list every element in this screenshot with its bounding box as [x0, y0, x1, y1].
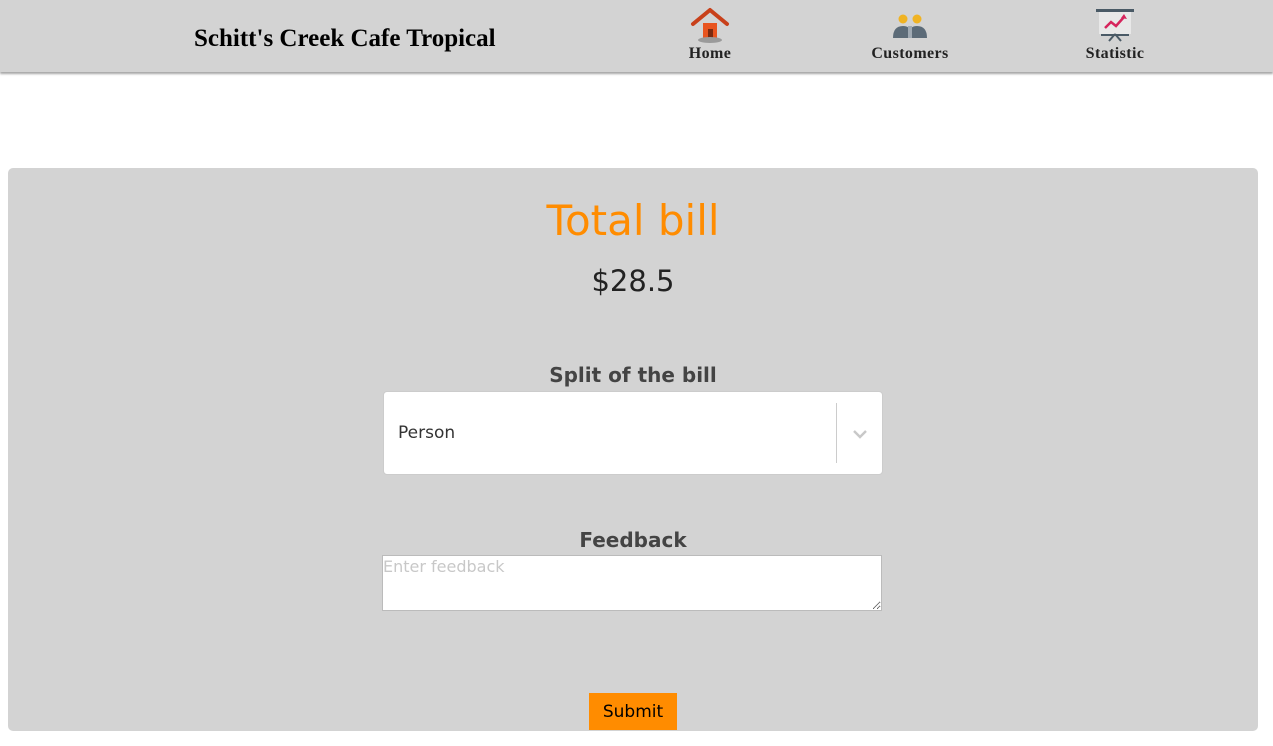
- split-select-value: Person: [398, 423, 456, 443]
- statistic-icon: [1096, 9, 1134, 42]
- split-label: Split of the bill: [549, 363, 717, 387]
- home-icon: [691, 8, 729, 43]
- select-separator: [836, 403, 837, 463]
- feedback-label: Feedback: [579, 528, 687, 552]
- customers-icon: [893, 14, 927, 38]
- top-nav-bar: Schitt's Creek Cafe Tropical Home Custom…: [0, 0, 1273, 72]
- submit-button[interactable]: Submit: [589, 693, 677, 730]
- nav-statistic-label: Statistic: [1085, 45, 1145, 62]
- bill-panel: Total bill $28.5 Split of the bill Perso…: [8, 168, 1258, 731]
- total-bill-amount: $28.5: [591, 264, 675, 298]
- nav-home[interactable]: Home: [650, 6, 770, 68]
- brand-title: Schitt's Creek Cafe Tropical: [194, 25, 496, 52]
- nav-customers-label: Customers: [871, 45, 949, 62]
- split-select[interactable]: Person: [383, 391, 883, 475]
- nav-home-label: Home: [688, 45, 732, 62]
- chevron-down-icon[interactable]: [850, 424, 870, 444]
- nav-customers[interactable]: Customers: [850, 6, 970, 68]
- nav-statistic[interactable]: Statistic: [1055, 6, 1175, 68]
- feedback-input[interactable]: [382, 555, 882, 611]
- total-bill-title: Total bill: [546, 196, 720, 245]
